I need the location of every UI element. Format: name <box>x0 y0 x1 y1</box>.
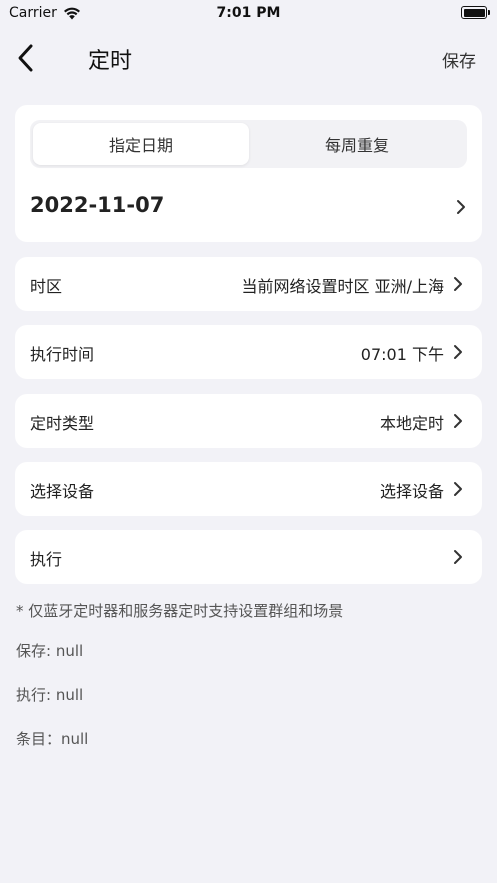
execute-row[interactable]: 执行 <box>15 530 482 584</box>
device-label: 选择设备 <box>30 482 95 501</box>
status-time: 7:01 PM <box>216 5 281 21</box>
timer-type-value: 本地定时 <box>379 414 444 433</box>
date-picker-row[interactable]: 2022-11-07 <box>30 187 467 227</box>
mode-segmented-control: 指定日期 每周重复 <box>30 120 467 168</box>
save-button[interactable]: 保存 <box>442 47 476 72</box>
timer-type-row[interactable]: 定时类型 本地定时 <box>15 394 482 448</box>
battery-icon <box>461 6 490 19</box>
exec-time-row[interactable]: 执行时间 07:01 下午 <box>15 325 482 379</box>
chevron-right-icon <box>454 482 462 496</box>
exec-time-label: 执行时间 <box>30 345 95 364</box>
device-row[interactable]: 选择设备 选择设备 <box>15 462 482 516</box>
back-button[interactable] <box>12 42 44 74</box>
tab-weekly-repeat[interactable]: 每周重复 <box>249 123 465 165</box>
debug-item-text: 条目：null <box>16 730 89 748</box>
tab-specific-date[interactable]: 指定日期 <box>33 123 249 165</box>
exec-time-value: 07:01 下午 <box>360 345 444 364</box>
page-title: 定时 <box>88 49 133 74</box>
date-value: 2022-11-07 <box>30 193 165 217</box>
device-value: 选择设备 <box>379 482 444 501</box>
nav-bar: 定时 保存 <box>0 30 497 86</box>
chevron-right-icon <box>454 414 462 428</box>
timezone-row[interactable]: 时区 当前网络设置时区 亚洲/上海 <box>15 257 482 311</box>
chevron-right-icon <box>457 200 465 214</box>
support-note: * 仅蓝牙定时器和服务器定时支持设置群组和场景 <box>16 602 344 620</box>
chevron-right-icon <box>454 345 462 359</box>
execute-label: 执行 <box>30 550 63 569</box>
status-bar: Carrier 7:01 PM <box>0 0 497 26</box>
chevron-right-icon <box>454 550 462 564</box>
timezone-value: 当前网络设置时区 亚洲/上海 <box>241 277 444 296</box>
chevron-right-icon <box>454 277 462 291</box>
date-mode-card: 指定日期 每周重复 2022-11-07 <box>15 105 482 242</box>
chevron-left-icon <box>18 44 33 72</box>
timer-type-label: 定时类型 <box>30 414 95 433</box>
timezone-label: 时区 <box>30 277 63 296</box>
debug-save-text: 保存: null <box>16 642 84 660</box>
debug-execute-text: 执行: null <box>16 686 84 704</box>
